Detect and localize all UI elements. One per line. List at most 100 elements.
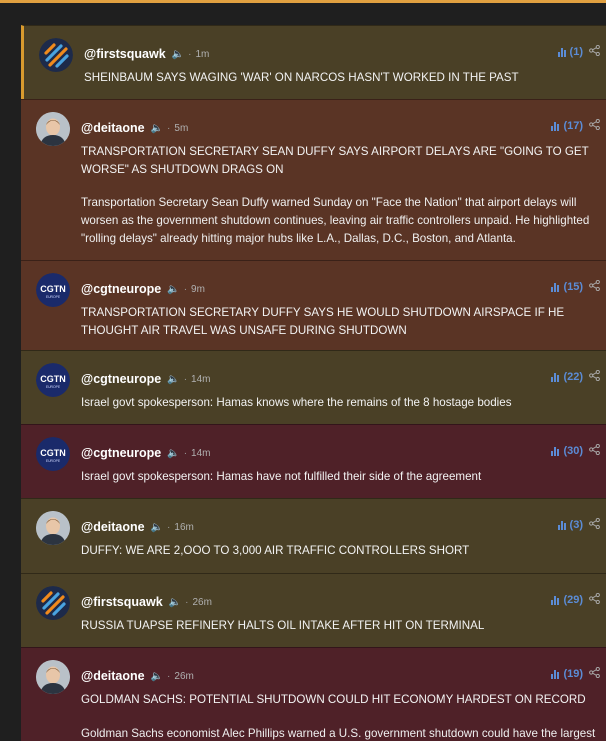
avatar[interactable] xyxy=(36,511,70,545)
feed-item[interactable]: @deitaone 🔈 · 26m (19) GOLDMAN SACHS: POTENTI… xyxy=(21,647,606,741)
left-rail xyxy=(0,25,21,741)
timestamp: 14m xyxy=(191,373,211,385)
post-actions: (1) xyxy=(557,44,600,59)
mute-speaker-icon[interactable]: 🔈 xyxy=(167,374,179,385)
post-actions: (29) xyxy=(551,592,600,607)
stats-count[interactable]: (17) xyxy=(563,120,583,132)
headline[interactable]: TRANSPORTATION SECRETARY DUFFY SAYS HE W… xyxy=(81,304,598,340)
feed-item[interactable]: @firstsquawk 🔈 · 26m (29) RUSSIA TUAPSE REFIN… xyxy=(21,573,606,647)
top-accent-line xyxy=(0,0,606,3)
mute-speaker-icon[interactable]: 🔈 xyxy=(151,123,163,134)
stats-count[interactable]: (1) xyxy=(570,46,583,58)
feed-item[interactable]: CGTN EUROPE @cgtneurope 🔈 · 14m (22) Israel gov… xyxy=(21,350,606,424)
timestamp: 26m xyxy=(174,670,194,682)
share-icon[interactable] xyxy=(589,369,600,384)
mute-speaker-icon[interactable]: 🔈 xyxy=(169,597,181,608)
separator-dot: · xyxy=(167,521,171,533)
share-icon[interactable] xyxy=(589,44,600,59)
separator-dot: · xyxy=(183,283,188,295)
author-handle[interactable]: @firstsquawk xyxy=(81,595,163,609)
post-header: @cgtneurope 🔈 · 14m xyxy=(81,444,211,462)
stats-bar-icon[interactable] xyxy=(557,520,567,530)
timestamp: 16m xyxy=(174,521,194,533)
share-icon[interactable] xyxy=(589,443,600,458)
post-header: @firstsquawk 🔈 · 26m xyxy=(81,593,212,611)
stats-bar-icon[interactable] xyxy=(551,446,560,456)
author-handle[interactable]: @deitaone xyxy=(81,121,145,135)
post-body: Goldman Sachs economist Alec Phillips wa… xyxy=(81,727,596,740)
headline[interactable]: RUSSIA TUAPSE REFINERY HALTS OIL INTAKE … xyxy=(81,617,598,635)
mute-speaker-icon[interactable]: 🔈 xyxy=(167,448,179,459)
post-actions: (17) xyxy=(551,118,600,133)
headline[interactable]: DUFFY: WE ARE 2,OOO TO 3,000 AIR TRAFFIC… xyxy=(81,542,598,560)
stats-bar-icon[interactable] xyxy=(551,282,560,292)
stats-bar-icon[interactable] xyxy=(551,372,560,382)
separator-dot: · xyxy=(185,596,189,608)
author-handle[interactable]: @cgtneurope xyxy=(81,372,161,386)
author-handle[interactable]: @cgtneurope xyxy=(81,446,161,460)
post-actions: (30) xyxy=(551,443,600,458)
news-feed[interactable]: @firstsquawk 🔈 · 1m (1) SHEINBAUM SAYS WAGING… xyxy=(21,25,606,741)
author-handle[interactable]: @cgtneurope xyxy=(81,282,161,296)
stats-count[interactable]: (30) xyxy=(563,445,583,457)
timestamp: 14m xyxy=(191,447,211,459)
feed-item[interactable]: @firstsquawk 🔈 · 1m (1) SHEINBAUM SAYS WAGING… xyxy=(21,25,606,99)
mute-speaker-icon[interactable]: 🔈 xyxy=(151,522,163,533)
headline[interactable]: Israel govt spokesperson: Hamas knows wh… xyxy=(81,394,598,412)
post-header: @firstsquawk 🔈 · 1m xyxy=(84,45,209,63)
timestamp: 26m xyxy=(192,596,212,608)
avatar[interactable]: CGTN EUROPE xyxy=(36,437,70,471)
svg-text:EUROPE: EUROPE xyxy=(46,295,61,299)
headline[interactable]: GOLDMAN SACHS: POTENTIAL SHUTDOWN COULD … xyxy=(81,691,598,709)
separator-dot: · xyxy=(183,447,188,459)
avatar[interactable] xyxy=(36,660,70,694)
separator-dot: · xyxy=(183,373,188,385)
share-icon[interactable] xyxy=(589,517,600,532)
mute-speaker-icon[interactable]: 🔈 xyxy=(167,284,179,295)
post-actions: (22) xyxy=(551,369,600,384)
stats-count[interactable]: (22) xyxy=(563,371,583,383)
timestamp: 5m xyxy=(174,122,189,134)
avatar[interactable]: CGTN EUROPE xyxy=(36,273,70,307)
headline[interactable]: Israel govt spokesperson: Hamas have not… xyxy=(81,468,598,486)
post-header: @cgtneurope 🔈 · 9m xyxy=(81,280,205,298)
stats-count[interactable]: (15) xyxy=(563,281,583,293)
author-handle[interactable]: @deitaone xyxy=(81,669,145,683)
author-handle[interactable]: @deitaone xyxy=(81,520,145,534)
author-handle[interactable]: @firstsquawk xyxy=(84,47,166,61)
stats-bar-icon[interactable] xyxy=(557,47,567,57)
stats-count[interactable]: (19) xyxy=(563,668,583,680)
headline[interactable]: SHEINBAUM SAYS WAGING 'WAR' ON NARCOS HA… xyxy=(84,69,598,87)
avatar[interactable] xyxy=(39,38,73,72)
svg-text:CGTN: CGTN xyxy=(40,374,66,384)
share-icon[interactable] xyxy=(589,279,600,294)
svg-text:EUROPE: EUROPE xyxy=(46,385,61,389)
post-actions: (19) xyxy=(551,666,600,681)
stats-bar-icon[interactable] xyxy=(551,595,560,605)
stats-count[interactable]: (29) xyxy=(563,594,583,606)
post-header: @deitaone 🔈 · 5m xyxy=(81,119,188,137)
avatar[interactable] xyxy=(36,586,70,620)
feed-item[interactable]: @deitaone 🔈 · 16m (3) DUFFY: WE ARE 2,OOO TO … xyxy=(21,498,606,573)
share-icon[interactable] xyxy=(589,118,600,133)
feed-item[interactable]: CGTN EUROPE @cgtneurope 🔈 · 9m (15) TRANSPORTAT… xyxy=(21,260,606,350)
svg-text:CGTN: CGTN xyxy=(40,284,66,294)
mute-speaker-icon[interactable]: 🔈 xyxy=(151,671,163,682)
feed-item[interactable]: CGTN EUROPE @cgtneurope 🔈 · 14m (30) Israel gov… xyxy=(21,424,606,498)
svg-text:CGTN: CGTN xyxy=(40,448,66,458)
share-icon[interactable] xyxy=(589,592,600,607)
stats-count[interactable]: (3) xyxy=(570,519,583,531)
avatar[interactable] xyxy=(36,112,70,146)
stats-bar-icon[interactable] xyxy=(551,121,560,131)
headline[interactable]: TRANSPORTATION SECRETARY SEAN DUFFY SAYS… xyxy=(81,143,598,179)
feed-item[interactable]: @deitaone 🔈 · 5m (17) TRANSPORTATION SECRETAR… xyxy=(21,99,606,260)
post-header: @cgtneurope 🔈 · 14m xyxy=(81,370,211,388)
svg-text:EUROPE: EUROPE xyxy=(46,459,61,463)
mute-speaker-icon[interactable]: 🔈 xyxy=(172,49,184,60)
post-header: @deitaone 🔈 · 26m xyxy=(81,667,194,685)
share-icon[interactable] xyxy=(589,666,600,681)
timestamp: 1m xyxy=(195,48,210,60)
avatar[interactable]: CGTN EUROPE xyxy=(36,363,70,397)
stats-bar-icon[interactable] xyxy=(551,669,560,679)
separator-dot: · xyxy=(188,48,192,60)
